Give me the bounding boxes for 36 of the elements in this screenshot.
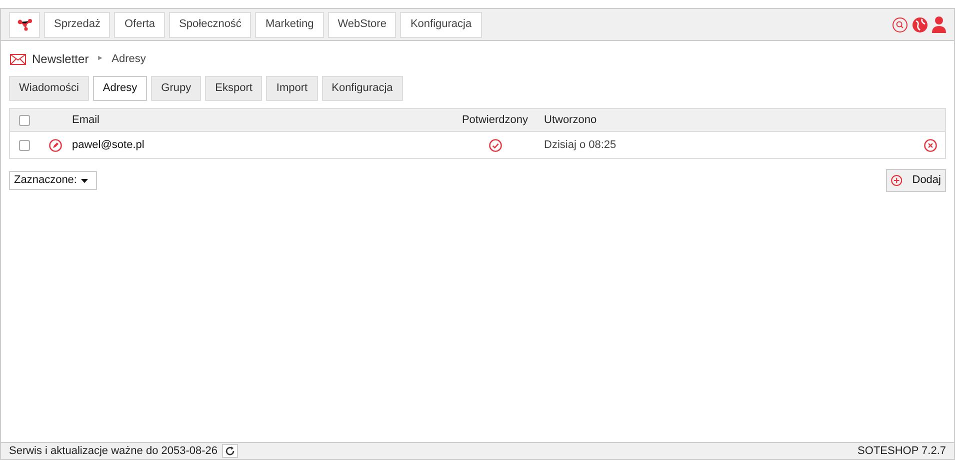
edit-icon[interactable]	[48, 138, 62, 152]
created-cell-text: Dzisiaj o 08:25	[544, 138, 616, 153]
nav-button[interactable]: Oferta	[114, 12, 166, 38]
search-icon[interactable]	[892, 16, 908, 32]
add-button[interactable]: Dodaj	[886, 169, 946, 192]
logo-icon	[16, 18, 32, 30]
user-icon[interactable]	[932, 16, 946, 33]
checkbox[interactable]	[18, 114, 30, 126]
envelope-icon	[10, 54, 26, 64]
nav-button[interactable]: Marketing	[255, 12, 324, 38]
email-cell-text: pawel@sote.pl	[72, 138, 146, 153]
tab[interactable]: Eksport	[205, 76, 262, 101]
breadcrumb-section[interactable]: Newsletter	[32, 50, 89, 68]
checkbox[interactable]	[18, 140, 30, 150]
tab[interactable]: Adresy	[92, 76, 148, 101]
tab[interactable]: Grupy	[151, 76, 202, 101]
column-header: Email	[72, 112, 101, 128]
delete-icon[interactable]	[924, 138, 937, 152]
bulk-action-select[interactable]: Zaznaczone:	[9, 171, 97, 190]
nav-button[interactable]: Konfiguracja	[400, 12, 482, 38]
tab[interactable]: Wiadomości	[9, 76, 89, 101]
license-text: Serwis i aktualizacje ważne do 2053-08-26	[9, 444, 218, 459]
logo-button[interactable]	[9, 12, 40, 38]
breadcrumb-current: Adresy	[112, 52, 146, 67]
version-text: SOTESHOP 7.2.7	[858, 444, 946, 459]
column-header: Utworzono	[544, 112, 597, 128]
nav-button[interactable]: Sprzedaż	[44, 12, 110, 38]
tab[interactable]: Konfiguracja	[322, 76, 403, 101]
nav-button[interactable]: Społeczność	[169, 12, 252, 38]
plus-icon	[891, 174, 902, 187]
tab[interactable]: Import	[266, 76, 318, 101]
nav-button[interactable]: WebStore	[328, 12, 396, 38]
refresh-icon	[224, 446, 235, 456]
column-header: Potwierdzony	[460, 112, 530, 128]
caret-icon	[81, 178, 88, 182]
refresh-button[interactable]	[222, 444, 238, 458]
